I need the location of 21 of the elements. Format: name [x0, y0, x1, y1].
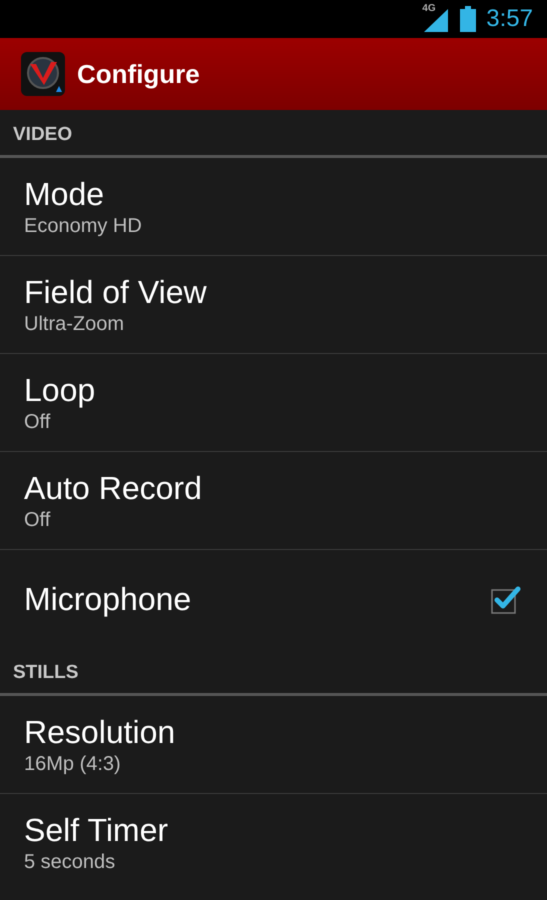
- section-header: STILLS: [13, 662, 78, 683]
- setting-value: 16Mp (4:3): [24, 752, 122, 776]
- setting-title[interactable]: Microphone: [24, 580, 491, 618]
- setting-value: Ultra-Zoom: [24, 312, 126, 336]
- setting-title[interactable]: Field of View: [24, 274, 521, 310]
- setting-value: 5 seconds: [24, 851, 116, 874]
- clock: 3:57: [486, 5, 533, 33]
- setting-title[interactable]: Resolution: [24, 714, 521, 750]
- setting-title[interactable]: Self Timer: [24, 812, 521, 849]
- battery-icon: [460, 6, 476, 32]
- checked-checkbox[interactable]: [491, 584, 521, 614]
- setting-title[interactable]: Mode: [24, 176, 521, 212]
- setting-title[interactable]: Auto Record: [24, 470, 521, 506]
- screen-title: Configure: [77, 58, 200, 90]
- network-label: 4G: [422, 3, 436, 14]
- setting-title[interactable]: Loop: [24, 372, 521, 408]
- setting-value: Off: [24, 410, 52, 434]
- setting-value: Off: [24, 508, 52, 532]
- app-logo-icon[interactable]: [21, 52, 65, 96]
- setting-value: Economy HD: [24, 214, 143, 238]
- section-header: VIDEO: [13, 124, 72, 145]
